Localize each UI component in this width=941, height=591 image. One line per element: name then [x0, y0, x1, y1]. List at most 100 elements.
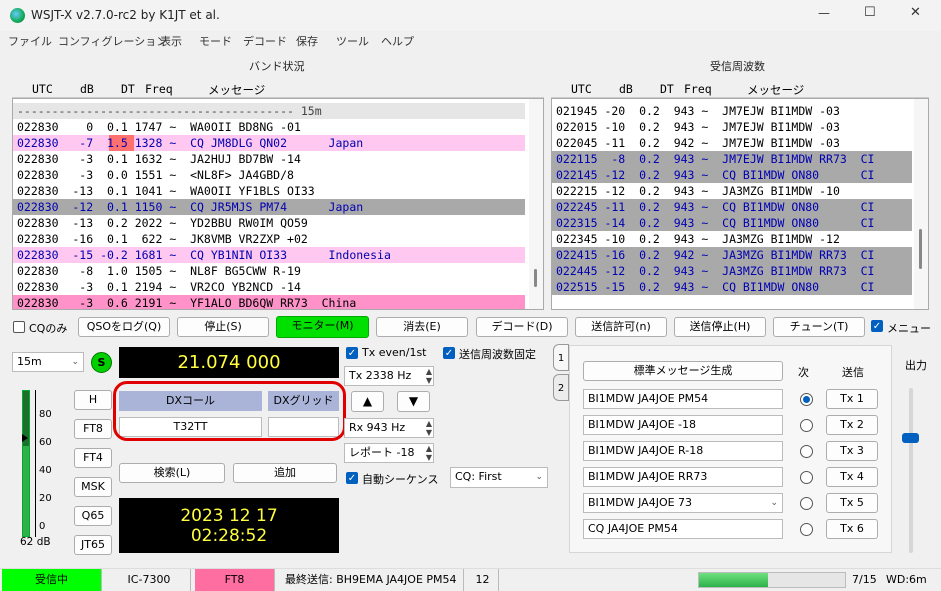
tx-message-2-input[interactable]: BI1MDW JA4JOE -18 — [583, 415, 783, 435]
tx-message-6-input[interactable]: CQ JA4JOE PM54 — [583, 519, 783, 539]
menu-tools[interactable]: ツール — [336, 33, 369, 49]
band-activity-row[interactable]: 022830 -16 0.1 622 ~ JK8VMB VR2ZXP +02 — [13, 231, 525, 247]
menu-file[interactable]: ファイル — [8, 33, 52, 49]
next-radio-4[interactable] — [800, 471, 813, 484]
band-activity-row[interactable]: 022830 0 0.1 1747 ~ WA0OII BD8NG -01 — [13, 119, 525, 135]
next-radio-2[interactable] — [800, 419, 813, 432]
rx-frequency-row[interactable]: 022515 -15 0.2 943 ~ CQ BI1MDW ON80 CI — [552, 279, 912, 295]
band-activity-row[interactable]: 022830 -3 0.1 2194 ~ VR2CO YB2NCD -14 — [13, 279, 525, 295]
band-activity-row[interactable]: 022830 -15 -0.2 1681 ~ CQ YB1NIN OI33 In… — [13, 247, 525, 263]
tab-2[interactable]: 2 — [553, 374, 569, 401]
mode-button-ft4[interactable]: FT4 — [74, 448, 112, 468]
tx-6-button[interactable]: Tx 6 — [826, 519, 878, 539]
mode-button-h[interactable]: H — [74, 390, 112, 410]
band-activity-row[interactable]: 022830 -3 0.1 1632 ~ JA2HUJ BD7BW -14 — [13, 151, 525, 167]
receiving-status: 受信中 — [2, 569, 102, 591]
menu-decode[interactable]: デコード — [243, 33, 287, 49]
rx-frequency-row[interactable]: 022215 -12 0.2 943 ~ JA3MZG BI1MDW -10 — [552, 183, 912, 199]
power-slider-handle[interactable] — [902, 433, 919, 443]
tx-4-button[interactable]: Tx 4 — [826, 467, 878, 487]
band-activity-scrollbar[interactable] — [529, 99, 543, 309]
mode-button-jt65[interactable]: JT65 — [74, 535, 112, 555]
next-radio-1[interactable] — [800, 393, 813, 406]
rx-frequency-row[interactable]: 022415 -16 0.2 942 ~ JA3MZG BI1MDW RR73 … — [552, 247, 912, 263]
auto-seq-checkbox[interactable]: ✓ — [346, 472, 358, 484]
chevron-down-icon: ⌄ — [535, 472, 543, 482]
rx-frequency-row[interactable]: 022145 -12 0.2 943 ~ CQ BI1MDW ON80 CI — [552, 167, 912, 183]
tx-message-3-input[interactable]: BI1MDW JA4JOE R-18 — [583, 441, 783, 461]
tab-1[interactable]: 1 — [553, 344, 569, 371]
rx-frequency-row[interactable]: 022015 -10 0.2 943 ~ JM7EJW BI1MDW -03 — [552, 119, 912, 135]
date-readout: 2023 12 17 — [180, 506, 278, 526]
menus-checkbox[interactable]: ✓ — [871, 320, 883, 332]
peak-marker-icon — [22, 434, 28, 442]
spin-arrows-icon[interactable]: ▲ ▼ — [426, 444, 432, 462]
next-radio-3[interactable] — [800, 445, 813, 458]
power-slider-track[interactable] — [909, 388, 913, 553]
mode-button-q65[interactable]: Q65 — [74, 506, 112, 526]
arrow-up-button[interactable]: ▲ — [351, 391, 384, 412]
menu-configurations[interactable]: コンフィグレーション — [58, 33, 167, 49]
lookup-button[interactable]: 検索(L) — [119, 463, 225, 483]
generate-messages-button[interactable]: 標準メッセージ生成 — [583, 361, 783, 381]
tx-5-button[interactable]: Tx 5 — [826, 493, 878, 513]
spin-arrows-icon[interactable]: ▲ ▼ — [426, 367, 432, 385]
tune-button[interactable]: チューン(T) — [773, 317, 865, 337]
stop-button[interactable]: 停止(S) — [177, 317, 269, 337]
time-readout: 02:28:52 — [190, 526, 268, 546]
next-radio-6[interactable] — [800, 523, 813, 536]
band-activity-row[interactable]: 022830 -8 1.0 1505 ~ NL8F BG5CWW R-19 — [13, 263, 525, 279]
rx-frequency-list[interactable]: 021945 -20 0.2 943 ~ JM7EJW BI1MDW -03 02… — [551, 98, 929, 310]
decode-button[interactable]: デコード(D) — [476, 317, 568, 337]
band-activity-list[interactable]: ----------------------------------------… — [12, 98, 544, 310]
tx-message-1-input[interactable]: BI1MDW JA4JOE PM54 — [583, 389, 783, 409]
menu-view[interactable]: 表示 — [160, 33, 182, 49]
rx-frequency-row[interactable]: 022245 -11 0.2 943 ~ CQ BI1MDW ON80 CI — [552, 199, 912, 215]
cq-select[interactable]: CQ: First ⌄ — [450, 467, 548, 488]
add-button[interactable]: 追加 — [233, 463, 337, 483]
close-button[interactable]: ✕ — [910, 5, 921, 20]
maximize-button[interactable]: ☐ — [864, 5, 876, 20]
menu-mode[interactable]: モード — [199, 33, 232, 49]
meter-tick: 80 — [39, 409, 52, 420]
band-activity-row[interactable]: 022830 -13 0.2 2022 ~ YD2BBU RW0IM QO59 — [13, 215, 525, 231]
rx-frequency-scrollbar[interactable] — [914, 99, 928, 309]
mode-button-msk[interactable]: MSK — [74, 477, 112, 497]
next-label: 次 — [798, 366, 809, 379]
rx-frequency-row[interactable]: 022345 -10 0.2 943 ~ JA3MZG BI1MDW -12 — [552, 231, 912, 247]
rx-frequency-row[interactable]: 022115 -8 0.2 943 ~ JM7EJW BI1MDW RR73 C… — [552, 151, 912, 167]
log-qso-button[interactable]: QSOをログ(Q) — [78, 317, 170, 337]
minimize-button[interactable]: — — [818, 6, 830, 20]
arrow-down-button[interactable]: ▼ — [397, 391, 430, 412]
band-activity-row[interactable]: 022830 -7 1.5 1328 ~ CQ JM8DLG QN02 Japa… — [13, 135, 525, 151]
rx-frequency-row[interactable]: 022045 -11 0.2 942 ~ JM7EJW BI1MDW -03 — [552, 135, 912, 151]
enable-tx-button[interactable]: 送信許可(n) — [575, 317, 667, 337]
report-spinbox[interactable]: レポート -18 ▲ ▼ — [344, 443, 434, 463]
tx-3-button[interactable]: Tx 3 — [826, 441, 878, 461]
tx-even-checkbox[interactable]: ✓ — [346, 347, 358, 359]
next-radio-5[interactable] — [800, 497, 813, 510]
rx-freq-spinbox[interactable]: Rx 943 Hz ▲ ▼ — [344, 418, 434, 438]
rx-frequency-row[interactable]: 021945 -20 0.2 943 ~ JM7EJW BI1MDW -03 — [552, 103, 912, 119]
tx-freq-spinbox[interactable]: Tx 2338 Hz ▲ ▼ — [344, 366, 434, 386]
halt-tx-button[interactable]: 送信停止(H) — [674, 317, 766, 337]
tx-2-button[interactable]: Tx 2 — [826, 415, 878, 435]
band-activity-row[interactable]: 022830 -12 0.1 1150 ~ CQ JR5MJS PM74 Jap… — [13, 199, 525, 215]
monitor-button[interactable]: モニター(M) — [276, 316, 369, 338]
mode-button-ft8[interactable]: FT8 — [74, 419, 112, 439]
tx-message-5-input[interactable]: BI1MDW JA4JOE 73 ⌄ — [583, 493, 783, 513]
tx-1-button[interactable]: Tx 1 — [826, 389, 878, 409]
rx-frequency-row[interactable]: 022445 -12 0.2 943 ~ JA3MZG BI1MDW RR73 … — [552, 263, 912, 279]
hold-tx-checkbox[interactable]: ✓ — [443, 347, 455, 359]
band-activity-row[interactable]: 022830 -13 0.1 1041 ~ WA0OII YF1BLS OI33 — [13, 183, 525, 199]
menu-save[interactable]: 保存 — [296, 33, 318, 49]
cq-only-checkbox[interactable] — [13, 321, 25, 333]
tx-message-4-input[interactable]: BI1MDW JA4JOE RR73 — [583, 467, 783, 487]
band-select[interactable]: 15m ⌄ — [12, 352, 84, 372]
band-activity-row[interactable]: 022830 -3 0.0 1551 ~ <NL8F> JA4GBD/8 — [13, 167, 525, 183]
menu-help[interactable]: ヘルプ — [381, 33, 414, 49]
band-activity-row[interactable]: 022830 -3 0.6 2191 ~ YF1ALO BD6QW RR73 C… — [13, 295, 525, 309]
erase-button[interactable]: 消去(E) — [376, 317, 468, 337]
rx-frequency-row[interactable]: 022315 -14 0.2 943 ~ CQ BI1MDW ON80 CI — [552, 215, 912, 231]
spin-arrows-icon[interactable]: ▲ ▼ — [426, 419, 432, 437]
